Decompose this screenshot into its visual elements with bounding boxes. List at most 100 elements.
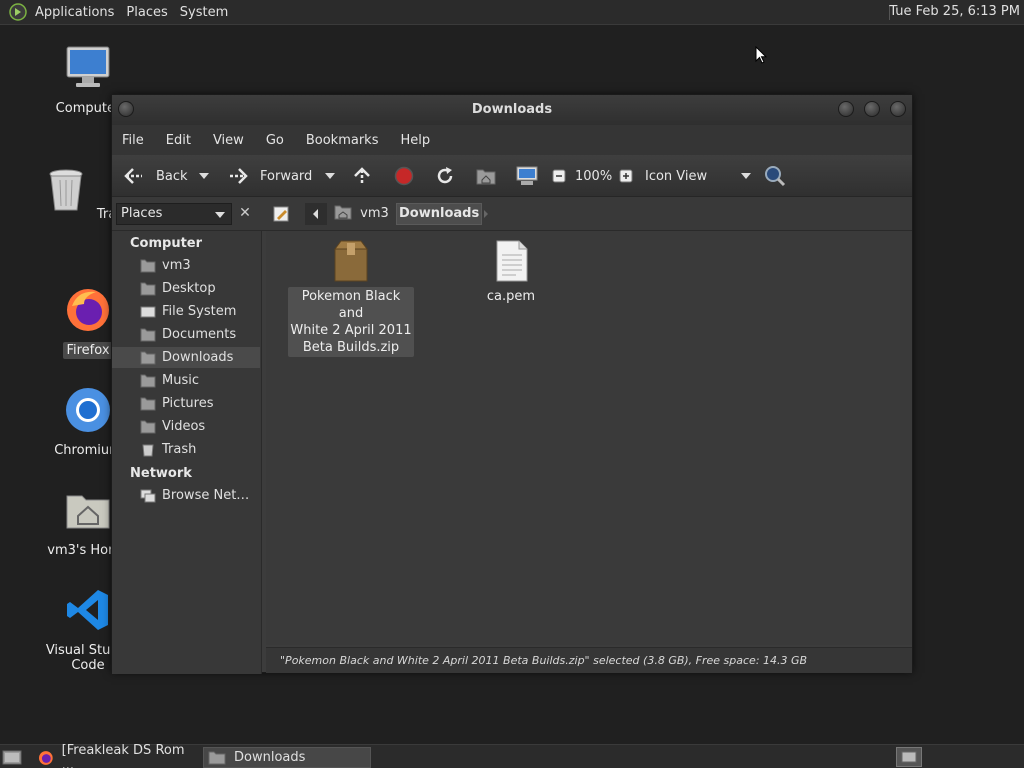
computer-icon (516, 166, 538, 185)
sidebar-item-documents[interactable]: Documents (112, 324, 260, 345)
chromium-icon (66, 388, 110, 432)
close-sidebar-button[interactable]: ✕ (234, 203, 256, 225)
sidebar-item-pictures[interactable]: Pictures (112, 393, 260, 414)
back-button[interactable]: Back (122, 155, 188, 197)
reload-icon (437, 167, 453, 184)
clock[interactable]: Tue Feb 25, 6:13 PM (889, 4, 1020, 19)
trash-icon (142, 444, 154, 456)
forward-button[interactable]: Forward (226, 155, 312, 197)
breadcrumb-vm3[interactable]: vm3 (334, 203, 389, 225)
stop-button[interactable] (394, 155, 414, 197)
sidebar-mode-select[interactable]: Places (116, 203, 232, 225)
minimize-button[interactable] (838, 101, 854, 117)
zoom-in-icon (619, 169, 633, 183)
menu-file[interactable]: File (122, 133, 144, 148)
zoom-in-button[interactable] (619, 155, 633, 197)
firefox-icon (38, 750, 53, 765)
zoom-level[interactable]: 100% (575, 155, 612, 197)
zoom-out-icon (552, 169, 566, 183)
location-bar: Places ✕ vm3 Downloads (112, 197, 912, 231)
home-folder-icon (140, 259, 156, 272)
bottom-panel: [Freakleak DS Rom ... Downloads (0, 743, 1024, 768)
trash-icon (49, 169, 83, 211)
toggle-location-entry-button[interactable] (270, 203, 292, 225)
file-item[interactable]: Pokemon Black and White 2 April 2011 Bet… (288, 239, 414, 357)
sidebar-item-file-system[interactable]: File System (112, 301, 260, 322)
chevron-right-icon (484, 210, 488, 218)
file-manager-window: Downloads File Edit View Go Bookmarks He… (111, 94, 913, 674)
sidebar-heading-computer: Computer (130, 236, 203, 251)
menu-logo-icon[interactable] (9, 3, 27, 21)
menu-go[interactable]: Go (266, 133, 284, 148)
home-folder-icon (66, 495, 110, 529)
zoom-out-button[interactable] (552, 155, 566, 197)
up-arrow-icon (354, 167, 370, 184)
chevron-left-icon (313, 209, 318, 219)
home-button[interactable] (476, 155, 496, 197)
search-icon (765, 166, 786, 187)
sidebar-item-trash[interactable]: Trash (112, 439, 260, 460)
search-button[interactable] (764, 155, 786, 197)
show-desktop-icon (2, 750, 22, 765)
window-title: Downloads (471, 102, 553, 117)
sidebar-item-downloads[interactable]: Downloads (112, 347, 260, 368)
home-folder-icon (334, 205, 352, 220)
sidebar-item-desktop[interactable]: Desktop (112, 278, 260, 299)
folder-icon (208, 751, 226, 764)
pictures-folder-icon (140, 397, 156, 410)
computer-button[interactable] (516, 155, 538, 197)
view-mode-select[interactable]: Icon View (645, 155, 751, 197)
network-icon (140, 489, 156, 502)
forward-arrow-icon (230, 168, 248, 184)
stop-icon (394, 166, 414, 186)
firefox-icon (67, 289, 109, 331)
archive-file-icon (334, 240, 368, 282)
forward-history-dropdown-icon[interactable] (325, 172, 335, 180)
file-view[interactable]: Pokemon Black and White 2 April 2011 Bet… (266, 231, 912, 645)
taskbar-item-firefox[interactable]: [Freakleak DS Rom ... (32, 743, 198, 768)
sidebar-item-music[interactable]: Music (112, 370, 260, 391)
music-folder-icon (140, 374, 156, 387)
documents-folder-icon (140, 328, 156, 341)
sidebar-item-vm3[interactable]: vm3 (112, 255, 260, 276)
menu-bookmarks[interactable]: Bookmarks (306, 133, 379, 148)
mouse-cursor-icon (755, 46, 767, 64)
system-menu[interactable]: System (176, 5, 236, 20)
window-titlebar[interactable]: Downloads (112, 95, 912, 125)
places-menu[interactable]: Places (122, 5, 175, 20)
downloads-folder-icon (140, 351, 156, 364)
status-bar: "Pokemon Black and White 2 April 2011 Be… (266, 647, 912, 673)
sidebar-heading-network: Network (130, 466, 192, 481)
chevron-down-icon (741, 173, 751, 179)
workspace-icon (901, 751, 917, 763)
reload-button[interactable] (435, 155, 455, 197)
text-file-icon (496, 240, 528, 282)
menu-help[interactable]: Help (400, 133, 430, 148)
applications-menu[interactable]: Applications (31, 5, 122, 20)
close-button[interactable] (890, 101, 906, 117)
back-history-dropdown-icon[interactable] (199, 172, 209, 180)
videos-folder-icon (140, 420, 156, 433)
breadcrumb-scroll-left[interactable] (305, 203, 327, 225)
menu-view[interactable]: View (213, 133, 244, 148)
show-desktop-button[interactable] (2, 748, 22, 766)
maximize-button[interactable] (864, 101, 880, 117)
taskbar-item-downloads[interactable]: Downloads (203, 747, 371, 768)
breadcrumb-downloads[interactable]: Downloads (396, 203, 483, 225)
drive-icon (140, 306, 156, 317)
edit-location-icon (273, 206, 289, 222)
menu-edit[interactable]: Edit (166, 133, 191, 148)
toolbar: Back Forward 100% Icon View (112, 155, 912, 197)
places-sidebar: Computer vm3 Desktop File System Documen… (112, 231, 262, 674)
workspace-switcher[interactable] (896, 747, 922, 767)
sidebar-item-browse-network[interactable]: Browse Net… (112, 485, 260, 506)
home-icon (476, 169, 496, 185)
sidebar-item-videos[interactable]: Videos (112, 416, 260, 437)
menubar: File Edit View Go Bookmarks Help (112, 125, 912, 155)
vscode-icon (67, 590, 108, 630)
computer-icon (66, 46, 110, 87)
window-menu-button[interactable] (118, 101, 134, 117)
file-item[interactable]: ca.pem (466, 239, 556, 306)
up-button[interactable] (352, 155, 372, 197)
breadcrumb-scroll-right[interactable] (478, 203, 494, 225)
